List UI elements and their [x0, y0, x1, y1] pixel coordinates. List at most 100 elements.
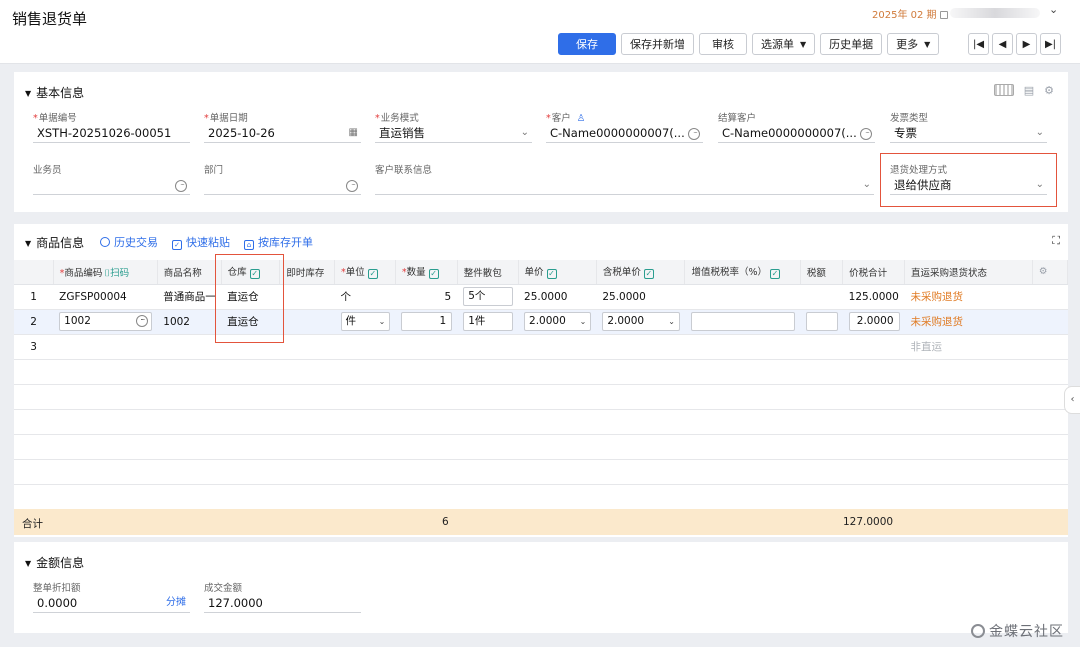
discount-field[interactable]: 整单折扣额 0.0000 分摊	[33, 580, 190, 613]
first-record-button[interactable]: |◀	[968, 33, 989, 55]
discount-input[interactable]: 0.0000 分摊	[33, 593, 190, 613]
more-dots-icon[interactable]: ···	[688, 128, 700, 140]
dept-field[interactable]: 部门 ···	[204, 162, 361, 195]
section-header[interactable]: ▼ 金额信息	[25, 554, 84, 571]
section-header[interactable]: ▼ 基本信息	[25, 84, 84, 101]
doc-no-input[interactable]: XSTH-20251026-00051	[33, 123, 190, 143]
check-icon[interactable]: ✓	[770, 269, 781, 280]
section-header[interactable]: ▼ 商品信息	[25, 234, 84, 251]
table-row[interactable]	[14, 359, 1068, 385]
cell-qty[interactable]: 5	[395, 284, 458, 310]
pack-input[interactable]: 5个	[463, 287, 514, 306]
settle-customer-input[interactable]: C-Name0000000007(... ···	[718, 123, 875, 143]
quick-paste-link[interactable]: ✓ 快速粘贴	[172, 234, 230, 250]
customer-field[interactable]: *客户 ♙ C-Name0000000007(... ···	[546, 110, 703, 143]
more-dots-icon[interactable]: ···	[136, 315, 149, 327]
biz-mode-field[interactable]: *业务模式 直运销售 ⌄	[375, 110, 532, 143]
salesman-input[interactable]: ···	[33, 175, 190, 195]
table-row[interactable]	[14, 384, 1068, 410]
check-icon[interactable]: ✓	[643, 269, 654, 280]
stock-order-link[interactable]: ⌂ 按库存开单	[244, 234, 313, 250]
return-mode-select[interactable]: 退给供应商 ⌄	[890, 175, 1047, 195]
total-input[interactable]: 2.0000	[848, 312, 900, 331]
table-row[interactable]: 3 非直运	[14, 334, 1068, 360]
tax-price-select[interactable]: 2.0000 ⌄	[602, 312, 680, 331]
select-source-button[interactable]: 选源单 ▼	[752, 33, 816, 55]
cell-pack[interactable]: 5个	[457, 284, 519, 310]
cell-unit[interactable]: 个	[334, 284, 396, 310]
more-dots-icon[interactable]: ···	[175, 180, 187, 192]
more-dots-icon[interactable]: ···	[346, 180, 358, 192]
scan-button[interactable]: ⌷扫码	[104, 268, 129, 279]
allocate-button[interactable]: 分摊	[166, 593, 186, 612]
table-row[interactable]	[14, 459, 1068, 485]
invoice-type-field[interactable]: 发票类型 专票 ⌄	[890, 110, 1047, 143]
cell-warehouse[interactable]: 直运仓	[221, 284, 280, 310]
chevron-down-icon[interactable]: ⌄	[1049, 3, 1058, 16]
cell-tax-rate[interactable]	[684, 309, 801, 335]
calendar-icon[interactable]: ▦	[346, 123, 358, 142]
period-selector[interactable]: 2025年 02 期	[872, 6, 948, 21]
prev-record-button[interactable]: ◀	[992, 33, 1013, 55]
check-icon[interactable]: ✓	[367, 269, 378, 280]
invoice-type-select[interactable]: 专票 ⌄	[890, 123, 1047, 143]
table-row[interactable]	[14, 484, 1068, 510]
table-row[interactable]: 1 ZGFSP00004 普通商品一 直运仓 个 5 5个 25.0000 25…	[14, 284, 1068, 310]
salesman-field[interactable]: 业务员 ···	[33, 162, 190, 195]
doc-date-input[interactable]: 2025-10-26 ▦	[204, 123, 361, 143]
tax-input[interactable]	[806, 312, 838, 331]
cell-price[interactable]: 25.0000	[518, 284, 597, 310]
more-dots-icon[interactable]: ···	[860, 128, 872, 140]
cell-code[interactable]: 1002 ···	[53, 309, 158, 335]
expand-icon[interactable]: ⛶	[1052, 234, 1060, 248]
return-mode-field[interactable]: 退货处理方式 退给供应商 ⌄	[890, 162, 1047, 195]
side-collapse-button[interactable]: ‹	[1064, 386, 1080, 414]
history-doc-button[interactable]: 历史单据	[820, 33, 883, 55]
contact-field[interactable]: 客户联系信息 ⌄	[375, 162, 874, 195]
settings-icon[interactable]: ⚙	[1039, 266, 1048, 277]
tax-rate-input[interactable]	[690, 312, 796, 331]
next-record-button[interactable]: ▶	[1016, 33, 1037, 55]
audit-button[interactable]: 审核	[699, 33, 747, 55]
cell-warehouse[interactable]: 直运仓	[221, 309, 280, 335]
deal-amount-input[interactable]: 127.0000	[204, 593, 361, 613]
history-trade-link[interactable]: 历史交易	[100, 234, 158, 250]
cell-name[interactable]: 1002	[157, 309, 222, 335]
check-icon[interactable]: ✓	[249, 269, 260, 280]
cell-unit[interactable]: 件 ⌄	[334, 309, 396, 335]
biz-mode-select[interactable]: 直运销售 ⌄	[375, 123, 532, 143]
cell-tax[interactable]	[800, 284, 843, 310]
contact-select[interactable]: ⌄	[375, 175, 874, 195]
settle-customer-field[interactable]: 结算客户 C-Name0000000007(... ···	[718, 110, 875, 143]
doc-no-field[interactable]: *单据编号 XSTH-20251026-00051	[33, 110, 190, 143]
cell-tax[interactable]	[800, 309, 843, 335]
more-button[interactable]: 更多 ▼	[887, 33, 940, 55]
code-input[interactable]: 1002 ···	[59, 312, 153, 331]
cell-tax-price[interactable]: 2.0000 ⌄	[596, 309, 685, 335]
table-row[interactable]: 2 1002 ··· 1002 直运仓 件 ⌄ 1 1件 2.0000 ⌄ 2.000…	[14, 309, 1068, 335]
deal-amount-field[interactable]: 成交金额 127.0000	[204, 580, 361, 613]
cell-name[interactable]: 普通商品一	[157, 284, 222, 310]
dept-input[interactable]: ···	[204, 175, 361, 195]
save-button[interactable]: 保存	[558, 33, 616, 55]
cell-total[interactable]: 2.0000	[842, 309, 905, 335]
unit-select[interactable]: 件 ⌄	[340, 312, 391, 331]
settings-icon[interactable]: ⚙	[1044, 84, 1054, 97]
customer-input[interactable]: C-Name0000000007(... ···	[546, 123, 703, 143]
last-record-button[interactable]: ▶|	[1040, 33, 1061, 55]
pack-input[interactable]: 1件	[463, 312, 514, 331]
cell-pack[interactable]: 1件	[457, 309, 519, 335]
cell-price[interactable]: 2.0000 ⌄	[518, 309, 597, 335]
table-row[interactable]	[14, 409, 1068, 435]
cell-total[interactable]: 125.0000	[842, 284, 905, 310]
cell-code[interactable]: ZGFSP00004	[53, 284, 158, 310]
cell-tax-price[interactable]: 25.0000	[596, 284, 685, 310]
save-new-button[interactable]: 保存并新增	[621, 33, 694, 55]
table-row[interactable]	[14, 434, 1068, 460]
qty-input[interactable]: 1	[401, 312, 453, 331]
keyboard-icon[interactable]	[993, 84, 1014, 96]
price-select[interactable]: 2.0000 ⌄	[524, 312, 592, 331]
cell-qty[interactable]: 1	[395, 309, 458, 335]
print-icon[interactable]: ▤	[1024, 84, 1034, 97]
doc-date-field[interactable]: *单据日期 2025-10-26 ▦	[204, 110, 361, 143]
